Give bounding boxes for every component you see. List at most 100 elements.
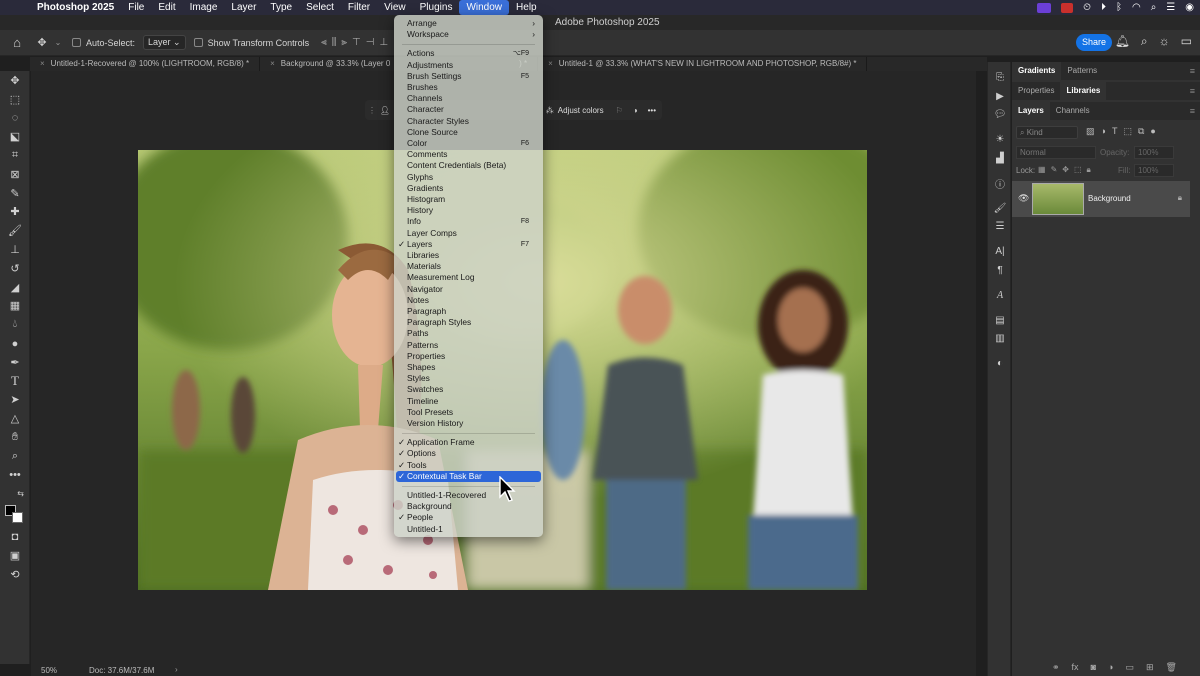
- properties-sliders-icon[interactable]: ☰: [988, 218, 1012, 237]
- align-right-icon[interactable]: ⫸: [341, 37, 347, 48]
- paragraph-panel-icon[interactable]: ¶: [988, 261, 1012, 280]
- filter-toggle-icon[interactable]: ●: [1150, 126, 1155, 137]
- more-tools-icon[interactable]: •••: [0, 466, 30, 485]
- generative-fill-icon[interactable]: ⟲: [0, 565, 30, 584]
- tool-preset-chevron-icon[interactable]: ⌄: [50, 38, 66, 47]
- brush-settings-panel-icon[interactable]: 🖌︎: [988, 199, 1012, 218]
- menu-file[interactable]: File: [121, 0, 151, 15]
- menu-item-character[interactable]: Character: [396, 104, 541, 115]
- menu-item-patterns[interactable]: Patterns: [396, 340, 541, 351]
- menu-item-info[interactable]: Info F8: [396, 216, 541, 227]
- workspace-icon[interactable]: ▭: [1181, 34, 1192, 51]
- control-center-icon[interactable]: ☰: [1166, 2, 1175, 13]
- menu-item-workspace[interactable]: Workspace ›: [396, 29, 541, 40]
- menu-item-paths[interactable]: Paths: [396, 328, 541, 339]
- visibility-eye-icon[interactable]: 👁︎: [1018, 193, 1029, 204]
- menu-item-brush-settings[interactable]: Brush Settings F5: [396, 71, 541, 82]
- adjustment-filter-icon[interactable]: ◑: [1101, 126, 1106, 137]
- eraser-tool-icon[interactable]: ◢: [0, 278, 30, 297]
- menu-item-measurement-log[interactable]: Measurement Log: [396, 272, 541, 283]
- layer-name[interactable]: Background: [1088, 194, 1131, 203]
- new-adjustment-icon[interactable]: ◑: [1108, 662, 1113, 673]
- adjustment-layer-icon[interactable]: ◑: [633, 106, 638, 115]
- smart-object-filter-icon[interactable]: ⧉: [1138, 126, 1144, 137]
- align-center-icon[interactable]: ⫼: [332, 37, 337, 48]
- shape-filter-icon[interactable]: ⬚: [1123, 126, 1132, 137]
- menu-item-arrange[interactable]: Arrange ›: [396, 18, 541, 29]
- tab-patterns[interactable]: Patterns: [1061, 62, 1103, 80]
- new-group-icon[interactable]: ▭: [1125, 662, 1134, 673]
- menu-item-paragraph-styles[interactable]: Paragraph Styles: [396, 317, 541, 328]
- menu-item-brushes[interactable]: Brushes: [396, 82, 541, 93]
- wifi-icon[interactable]: ◠: [1132, 2, 1141, 13]
- screen-record-icon[interactable]: [1037, 2, 1052, 13]
- screen-mode-icon[interactable]: ▣: [0, 546, 30, 565]
- actions-panel-icon[interactable]: ▶: [988, 87, 1012, 106]
- menu-item-people[interactable]: ✓ People: [396, 512, 541, 523]
- opacity-field[interactable]: 100%: [1134, 146, 1174, 159]
- blur-tool-icon[interactable]: 💧︎: [0, 315, 30, 334]
- status-chevron-icon[interactable]: ›: [175, 665, 178, 674]
- search-icon[interactable]: ⌕: [1151, 2, 1157, 13]
- adjustments-panel-icon[interactable]: ☀: [988, 130, 1012, 149]
- auto-select-checkbox[interactable]: [72, 38, 86, 47]
- menu-item-timeline[interactable]: Timeline: [396, 396, 541, 407]
- layer-style-icon[interactable]: fx: [1072, 662, 1079, 673]
- menu-item-navigator[interactable]: Navigator: [396, 284, 541, 295]
- menu-item-actions[interactable]: Actions ⌥F9: [396, 48, 541, 59]
- discover-icon[interactable]: ☼: [1159, 34, 1170, 51]
- menu-item-untitled-1[interactable]: Untitled-1: [396, 524, 541, 535]
- menu-view[interactable]: View: [377, 0, 413, 15]
- path-selection-tool-icon[interactable]: ➤: [0, 391, 30, 410]
- menu-item-histogram[interactable]: Histogram: [396, 194, 541, 205]
- drag-handle-icon[interactable]: ⋮: [365, 106, 379, 115]
- play-icon[interactable]: ⏵: [1101, 2, 1106, 13]
- align-left-icon[interactable]: ⫷: [321, 37, 327, 48]
- panel-menu-icon[interactable]: ≡: [1190, 106, 1195, 116]
- zoom-level[interactable]: 50%: [41, 666, 57, 675]
- color-swatches[interactable]: [0, 503, 30, 527]
- panel-menu-icon[interactable]: ≡: [1190, 66, 1195, 76]
- brush-tool-icon[interactable]: 🖌︎: [0, 221, 30, 240]
- menu-image[interactable]: Image: [183, 0, 225, 15]
- menu-item-history[interactable]: History: [396, 205, 541, 216]
- panel-menu-icon[interactable]: ≡: [1190, 86, 1195, 96]
- glyphs-panel-icon[interactable]: A: [988, 286, 1012, 305]
- document-tab[interactable]: × Untitled-1-Recovered @ 100% (LIGHTROOM,…: [30, 57, 261, 71]
- history-panel-icon[interactable]: ⎘: [988, 68, 1012, 87]
- object-selection-tool-icon[interactable]: ⬕: [0, 127, 30, 146]
- tab-layers[interactable]: Layers: [1012, 102, 1050, 120]
- auto-select-dropdown[interactable]: Layer ⌄: [143, 35, 186, 50]
- menu-plugins[interactable]: Plugins: [413, 0, 460, 15]
- align-top-icon[interactable]: ⊤: [352, 37, 361, 48]
- menu-item-content-credentials-beta[interactable]: Content Credentials (Beta): [396, 160, 541, 171]
- link-layers-icon[interactable]: ⚭: [1052, 662, 1060, 673]
- background-color-swatch[interactable]: [12, 512, 23, 524]
- info-panel-icon[interactable]: ⓘ: [988, 174, 1012, 193]
- lock-image-icon[interactable]: ✎: [1051, 165, 1058, 175]
- blend-mode-dropdown[interactable]: Normal: [1016, 146, 1096, 159]
- eyedropper-tool-icon[interactable]: ✎: [0, 184, 30, 203]
- menu-item-options[interactable]: ✓ Options: [396, 448, 541, 459]
- move-tool-icon[interactable]: ✥: [34, 36, 50, 49]
- layer-row[interactable]: 👁︎ Background 🔒︎: [1012, 181, 1190, 217]
- move-tool-icon[interactable]: ✥: [0, 71, 30, 90]
- siri-icon[interactable]: ◉: [1185, 2, 1194, 13]
- notes-panel-icon[interactable]: ▥: [988, 330, 1012, 349]
- healing-brush-tool-icon[interactable]: ✚: [0, 203, 30, 222]
- close-tab-icon[interactable]: ×: [548, 57, 553, 71]
- menu-layer[interactable]: Layer: [224, 0, 263, 15]
- menu-item-adjustments[interactable]: Adjustments: [396, 60, 541, 71]
- menu-select[interactable]: Select: [299, 0, 341, 15]
- menu-item-properties[interactable]: Properties: [396, 351, 541, 362]
- adjust-colors-button[interactable]: Adjust colors: [558, 106, 604, 115]
- swap-colors-icon[interactable]: ⇆: [0, 485, 30, 504]
- lock-artboard-icon[interactable]: ⬚: [1074, 165, 1082, 175]
- align-middle-icon[interactable]: ⊣: [366, 37, 375, 48]
- menu-item-contextual-task-bar[interactable]: ✓ Contextual Task Bar: [396, 470, 541, 482]
- menu-item-styles[interactable]: Styles: [396, 373, 541, 384]
- timer-icon[interactable]: ⏲: [1083, 2, 1091, 13]
- menu-help[interactable]: Help: [509, 0, 544, 15]
- share-button[interactable]: Share: [1076, 34, 1112, 51]
- menu-item-channels[interactable]: Channels: [396, 93, 541, 104]
